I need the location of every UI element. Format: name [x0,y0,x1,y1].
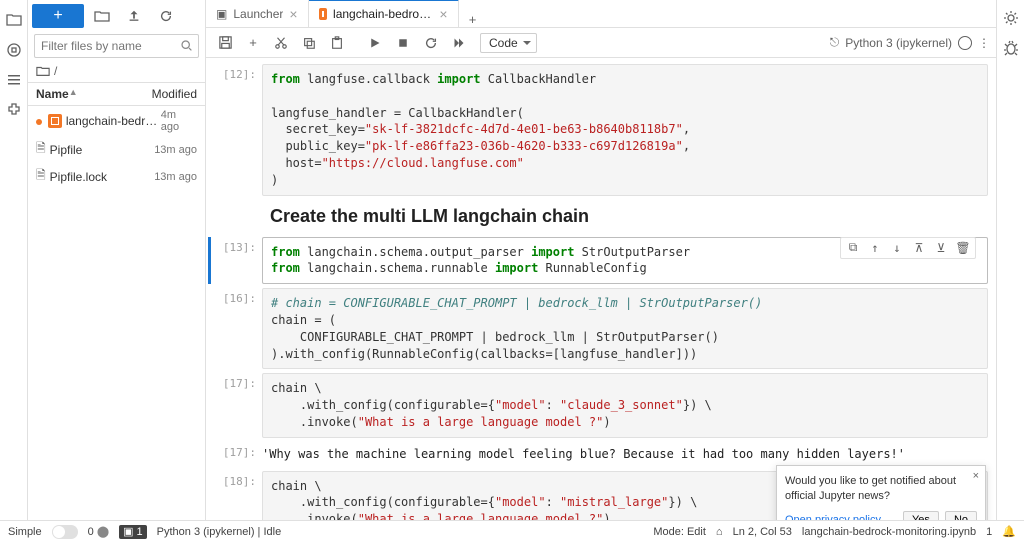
file-browser: + / Name▲ Modified langchain-bedro... 4m… [28,0,206,542]
notebook-content[interactable]: [12]: from langfuse.callback import Call… [206,58,996,542]
terminals-badge[interactable]: ▣ 1 [119,525,147,539]
sync-icon[interactable]: ⌂ [716,526,723,538]
extensions-icon[interactable] [6,102,22,118]
toc-icon[interactable] [6,72,22,88]
notebook-toolbar: + Code ⎋ Python 3 (ipykernel) ⋮ [206,28,996,58]
markdown-cell[interactable]: Create the multi LLM langchain chain [206,198,996,235]
upload-icon[interactable] [120,4,148,28]
new-folder-icon[interactable] [88,4,116,28]
notebook-icon [319,8,327,20]
code-input[interactable]: # chain = CONFIGURABLE_CHAT_PROMPT | bed… [262,288,988,369]
new-launcher-button[interactable]: + [32,4,84,28]
switch-kernel-icon[interactable]: ⋮ [978,36,990,50]
ln-col[interactable]: Ln 2, Col 53 [733,526,792,538]
notebook-icon [48,114,62,128]
launcher-icon: ▣ [216,7,227,21]
prompt: [17]: [206,442,262,467]
folder-icon[interactable] [6,12,22,28]
run-icon[interactable] [362,31,388,55]
heading: Create the multi LLM langchain chain [270,206,988,227]
close-icon[interactable]: × [973,470,979,482]
duplicate-icon[interactable]: ⧉ [845,240,861,256]
right-sidebar [996,0,1024,542]
kernel-name[interactable]: Python 3 (ipykernel) [845,36,952,50]
code-cell[interactable]: [16]: # chain = CONFIGURABLE_CHAT_PROMPT… [206,286,996,371]
interrupt-icon[interactable] [390,31,416,55]
property-inspector-icon[interactable] [1003,10,1019,26]
refresh-icon[interactable] [152,4,180,28]
kernel-status[interactable]: Python 3 (ipykernel) | Idle [157,526,282,538]
list-item[interactable]: langchain-bedro... 4m ago [28,106,205,136]
insert-below-icon[interactable]: ⊻ [933,240,949,256]
tab-bar: ▣ Launcher × langchain-bedrock-monitor ×… [206,0,996,28]
code-input[interactable]: chain \ .with_config(configurable={"mode… [262,373,988,437]
status-bar: Simple 0 ⬤ ▣ 1 Python 3 (ipykernel) | Id… [0,520,1024,542]
paste-icon[interactable] [324,31,350,55]
restart-run-all-icon[interactable] [446,31,472,55]
close-icon[interactable]: × [289,6,297,22]
breadcrumb[interactable]: / [28,60,205,82]
code-cell[interactable]: [12]: from langfuse.callback import Call… [206,62,996,198]
output-cell: [17]: 'Why was the machine learning mode… [206,440,996,469]
insert-cell-icon[interactable]: + [240,31,266,55]
cut-icon[interactable] [268,31,294,55]
kernel-status-icon [958,36,972,50]
new-tab-button[interactable]: + [459,12,487,27]
notbook-trusted-icon: ⎋ [830,35,840,50]
tab-notebook[interactable]: langchain-bedrock-monitor × [309,0,459,27]
insert-above-icon[interactable]: ⊼ [911,240,927,256]
status-zero[interactable]: 0 ⬤ [88,525,110,538]
filter-input[interactable] [34,34,199,58]
simple-label: Simple [8,526,42,538]
file-list-header: Name▲ Modified [28,82,205,106]
close-icon[interactable]: × [439,6,447,22]
output-text: 'Why was the machine learning model feel… [262,442,988,467]
popup-message: Would you like to get notified about off… [785,474,977,503]
cell-type-select[interactable]: Code [480,33,537,53]
bell-icon[interactable]: 🔔 [1002,525,1016,538]
notif-count[interactable]: 1 [986,526,992,538]
code-input[interactable]: from langfuse.callback import CallbackHa… [262,64,988,196]
search-icon [180,39,193,52]
list-item[interactable]: 🗎Pipfile.lock 13m ago [28,163,205,190]
simple-toggle[interactable] [52,525,78,539]
prompt: [12]: [206,64,262,196]
file-label[interactable]: langchain-bedrock-monitoring.ipynb [802,526,976,538]
activity-bar [0,0,28,542]
mode-label: Mode: Edit [653,526,706,538]
file-icon: 🗎 [36,166,46,187]
delete-cell-icon[interactable]: 🗑 [955,240,971,256]
restart-icon[interactable] [418,31,444,55]
debugger-icon[interactable] [1003,40,1019,56]
code-cell-active[interactable]: [13]: ⧉ ↑ ↓ ⊼ ⊻ 🗑 from langchain.schema.… [206,235,996,287]
active-indicator [208,237,211,285]
save-icon[interactable] [212,31,238,55]
file-list: langchain-bedro... 4m ago 🗎Pipfile 13m a… [28,106,205,542]
prompt: [16]: [206,288,262,369]
running-icon[interactable] [6,42,22,58]
tab-launcher[interactable]: ▣ Launcher × [206,0,309,27]
prompt: [13]: [206,237,262,285]
code-cell[interactable]: [17]: chain \ .with_config(configurable=… [206,371,996,439]
copy-icon[interactable] [296,31,322,55]
prompt: [17]: [206,373,262,437]
move-down-icon[interactable]: ↓ [889,240,905,256]
main-panel: ▣ Launcher × langchain-bedrock-monitor ×… [206,0,996,542]
list-item[interactable]: 🗎Pipfile 13m ago [28,136,205,163]
move-up-icon[interactable]: ↑ [867,240,883,256]
cell-toolbar: ⧉ ↑ ↓ ⊼ ⊻ 🗑 [840,237,976,259]
file-icon: 🗎 [36,139,46,160]
